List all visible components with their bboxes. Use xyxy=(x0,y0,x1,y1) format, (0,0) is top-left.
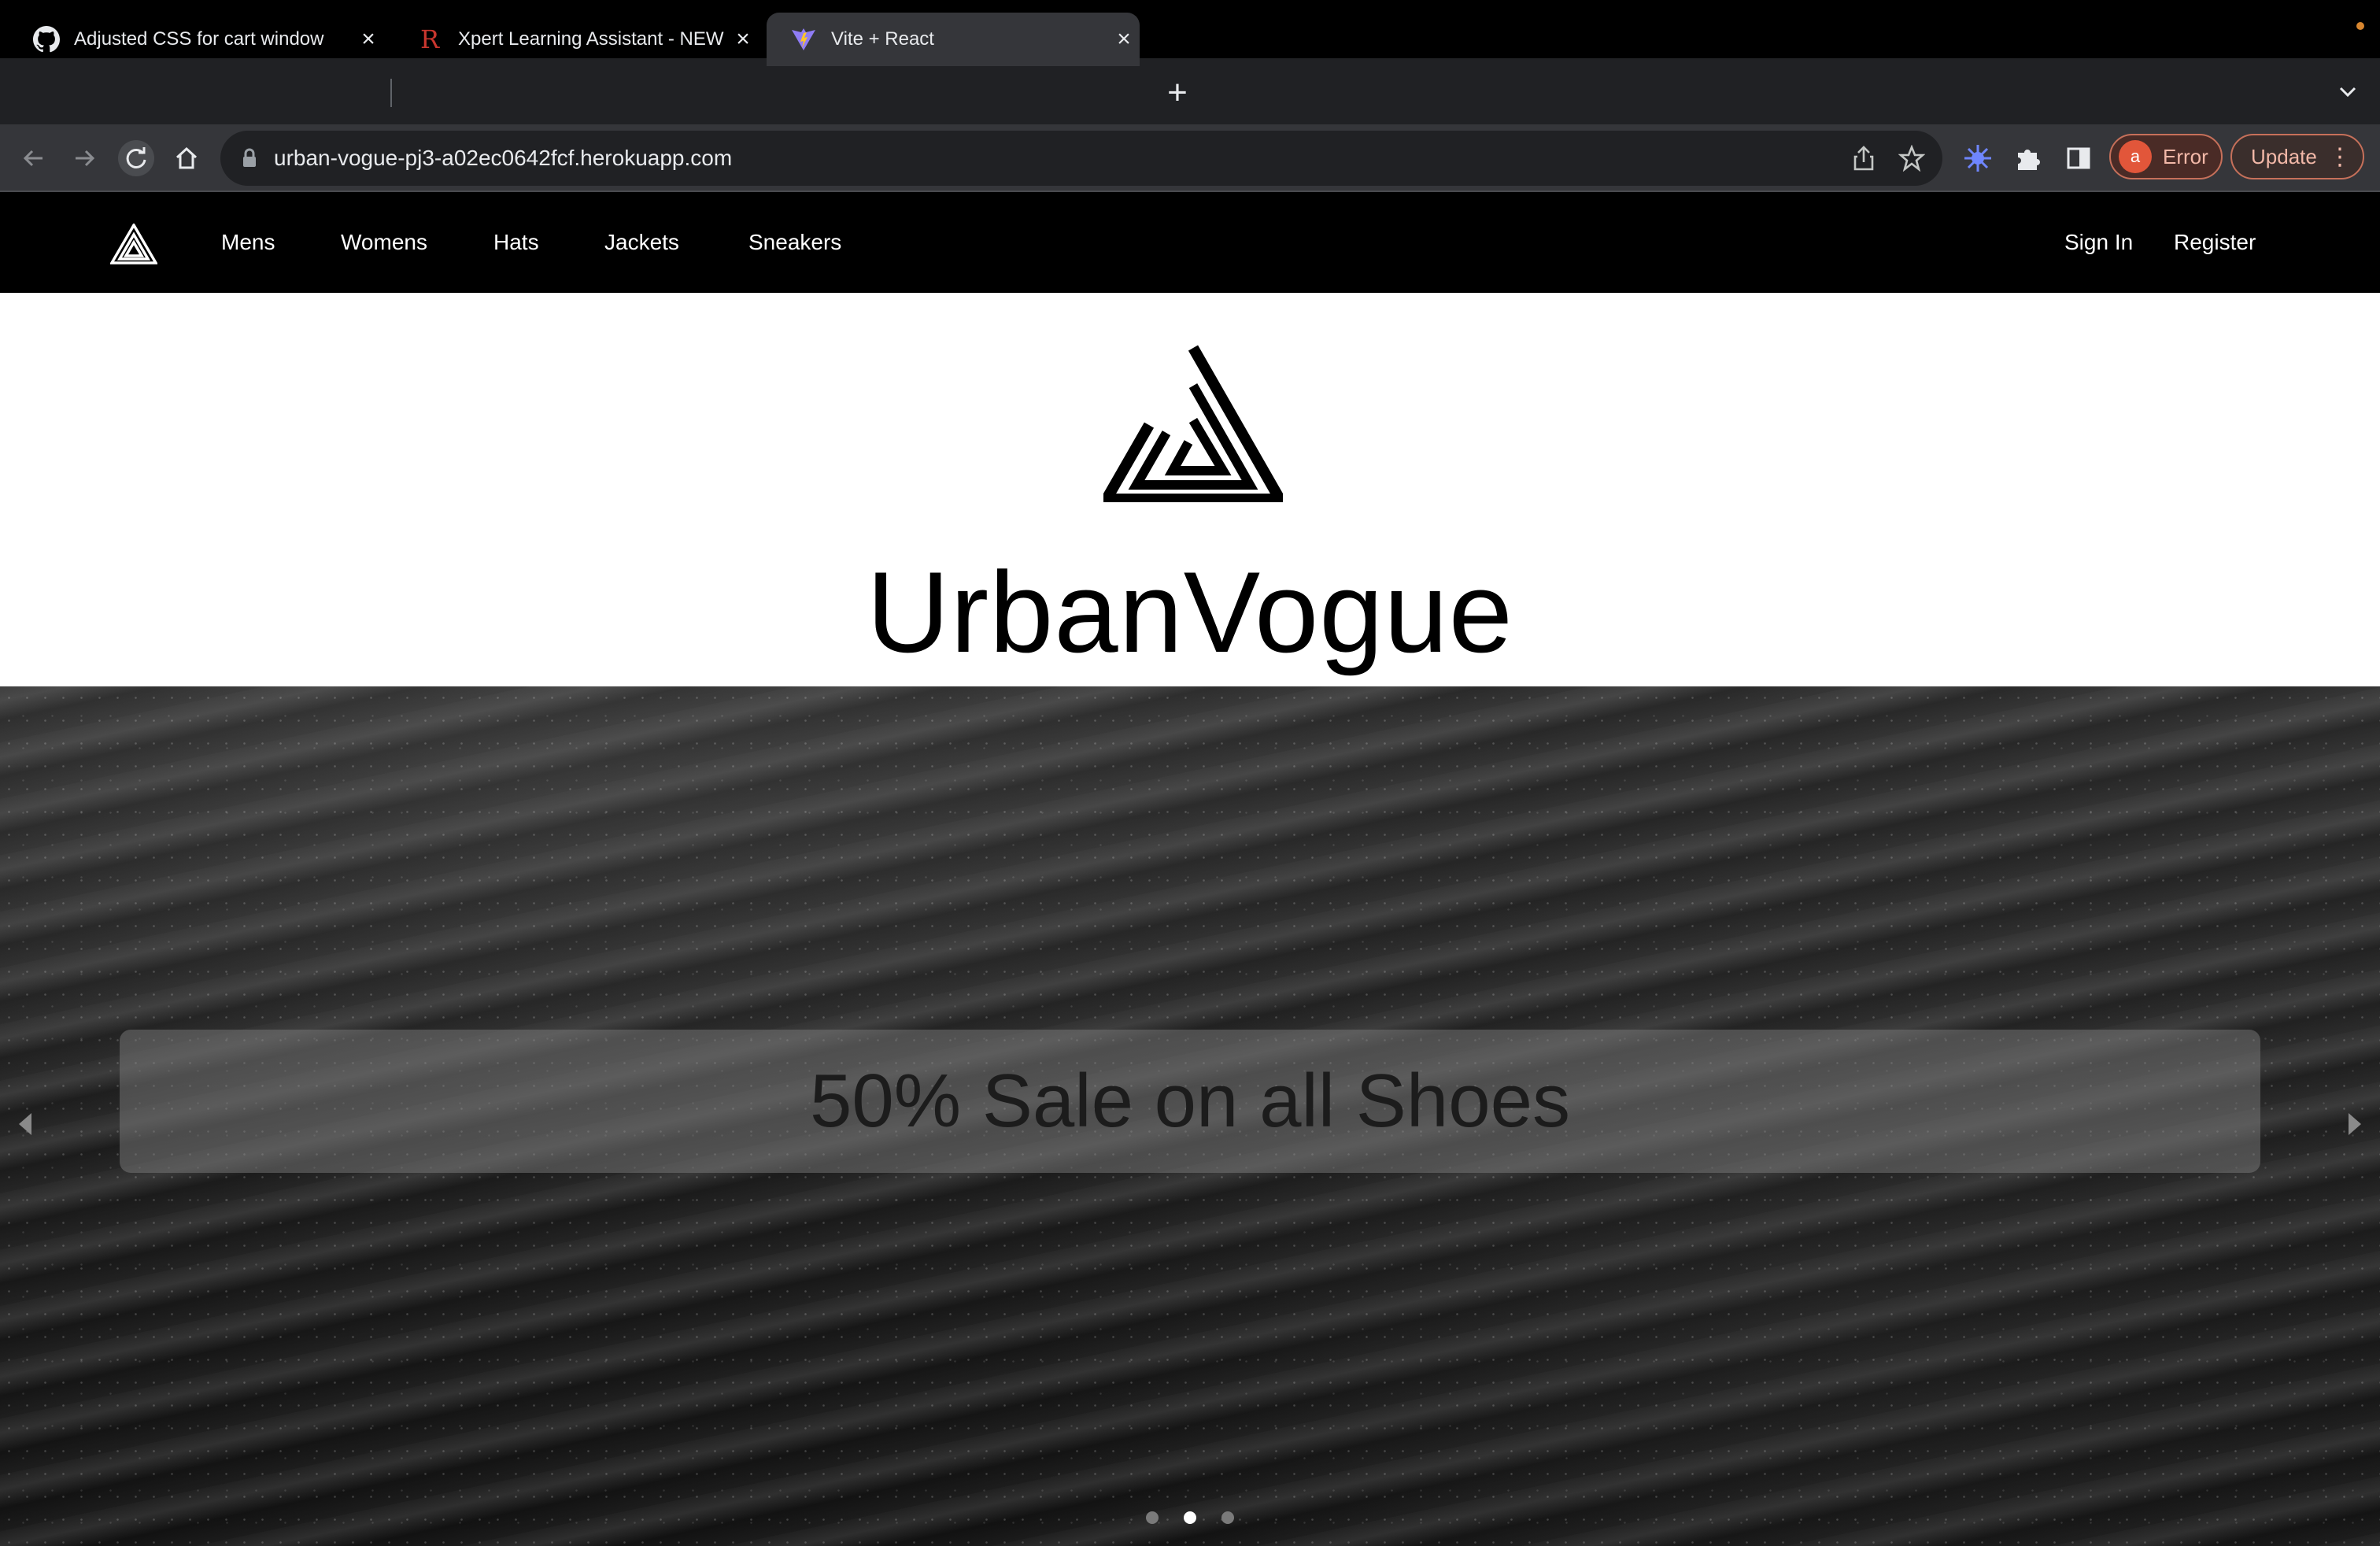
browser-tab-vite[interactable]: Vite + React × xyxy=(767,13,1140,66)
browser-tab-xpert[interactable]: R Xpert Learning Assistant - NEW × xyxy=(394,13,759,66)
status-indicator-dot xyxy=(2356,22,2364,30)
profile-status-label: Error xyxy=(2163,144,2208,168)
nav-link-womens[interactable]: Womens xyxy=(341,192,427,293)
register-link[interactable]: Register xyxy=(2174,192,2256,293)
lock-icon[interactable] xyxy=(241,148,258,168)
forward-button[interactable] xyxy=(66,140,102,176)
nav-link-sneakers[interactable]: Sneakers xyxy=(748,192,841,293)
carousel-prev-icon[interactable] xyxy=(13,1108,36,1140)
url-text: urban-vogue-pj3-a02ec0642fcf.herokuapp.c… xyxy=(274,146,733,170)
update-label: Update xyxy=(2251,144,2317,168)
urbanvogue-logo-icon[interactable] xyxy=(110,224,157,264)
arrow-left-icon xyxy=(23,150,42,167)
nav-link-mens[interactable]: Mens xyxy=(221,192,275,293)
carousel-next-icon[interactable] xyxy=(2344,1108,2367,1140)
home-icon xyxy=(176,146,198,169)
hero-carousel: 50% Sale on all Shoes xyxy=(0,686,2380,1546)
tab-title: Adjusted CSS for cart window xyxy=(74,28,324,50)
profile-error-button[interactable]: a Error xyxy=(2109,134,2223,179)
back-button[interactable] xyxy=(16,140,52,176)
avatar: a xyxy=(2119,140,2152,173)
new-tab-button[interactable]: + xyxy=(1160,76,1195,110)
home-button[interactable] xyxy=(168,140,205,176)
side-panel-icon[interactable] xyxy=(2064,143,2094,173)
extension-sparkle-icon[interactable] xyxy=(1963,143,1993,173)
vite-icon xyxy=(792,28,815,50)
carousel-dot[interactable] xyxy=(1184,1511,1196,1524)
reload-button[interactable] xyxy=(118,140,154,176)
address-bar[interactable]: urban-vogue-pj3-a02ec0642fcf.herokuapp.c… xyxy=(220,131,1942,186)
sign-in-link[interactable]: Sign In xyxy=(2064,192,2133,293)
brand-header: UrbanVogue xyxy=(0,293,2380,686)
browser-tab-github[interactable]: Adjusted CSS for cart window × xyxy=(9,13,384,66)
nav-link-jackets[interactable]: Jackets xyxy=(604,192,679,293)
arrow-right-icon xyxy=(76,150,95,167)
nav-link-hats[interactable]: Hats xyxy=(493,192,539,293)
svg-text:R: R xyxy=(420,26,440,53)
browser-toolbar: urban-vogue-pj3-a02ec0642fcf.herokuapp.c… xyxy=(0,124,2380,192)
bookmark-star-icon[interactable] xyxy=(1898,145,1925,172)
urbanvogue-logo-icon xyxy=(1103,345,1283,502)
tab-separator xyxy=(390,79,392,107)
carousel-dot[interactable] xyxy=(1146,1511,1159,1524)
slide-caption: 50% Sale on all Shoes xyxy=(120,1030,2260,1173)
tab-title: Xpert Learning Assistant - NEW xyxy=(458,28,724,50)
site-navbar: Mens Womens Hats Jackets Sneakers Sign I… xyxy=(0,192,2380,293)
extensions-puzzle-icon[interactable] xyxy=(2013,143,2043,173)
update-button[interactable]: Update ⋮ xyxy=(2230,134,2364,179)
brand-name: UrbanVogue xyxy=(867,548,1513,676)
close-tab-icon[interactable]: × xyxy=(727,24,759,55)
kebab-menu-icon[interactable]: ⋮ xyxy=(2328,143,2352,172)
share-icon[interactable] xyxy=(1851,145,1876,172)
carousel-dot[interactable] xyxy=(1221,1511,1234,1524)
close-tab-icon[interactable]: × xyxy=(1108,24,1140,55)
tab-search-chevron-icon[interactable] xyxy=(2336,80,2360,104)
carousel-indicators xyxy=(1146,1511,1234,1527)
close-tab-icon[interactable]: × xyxy=(353,24,384,55)
reload-icon xyxy=(126,147,146,168)
tab-title: Vite + React xyxy=(831,28,934,50)
r-logo-icon: R xyxy=(420,26,440,53)
github-icon xyxy=(33,26,60,53)
